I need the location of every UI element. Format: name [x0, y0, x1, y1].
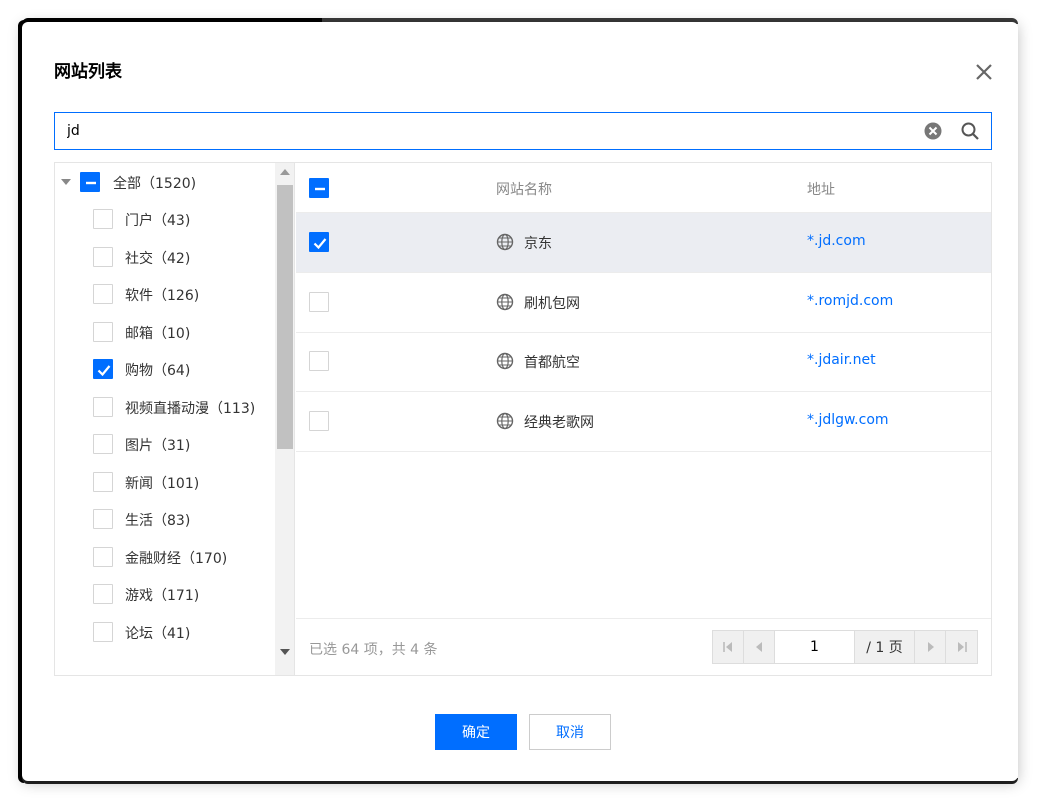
search-box	[54, 112, 992, 150]
tree-item-label: 新闻（101)	[125, 475, 200, 492]
table-row[interactable]: 刷机包网 *.romjd.com	[296, 273, 991, 333]
close-icon[interactable]	[972, 60, 996, 84]
search-icon[interactable]	[960, 121, 980, 141]
tree-item-label: 购物（64)	[125, 363, 191, 379]
row-checkbox[interactable]	[309, 291, 329, 312]
table-row[interactable]: 京东 *.jd.com	[296, 213, 991, 273]
tree-root-label: 全部（1520)	[113, 176, 197, 192]
site-address: *.jdlgw.com	[807, 411, 889, 428]
page-total: / 1 页	[855, 631, 915, 663]
clear-icon[interactable]	[923, 121, 943, 141]
scroll-up-icon[interactable]	[280, 169, 290, 175]
tree-item-label: 软件（126)	[125, 288, 200, 304]
tree-item-checkbox[interactable]	[93, 584, 113, 604]
site-address: *.jd.com	[807, 233, 866, 249]
website-list-dialog: 网站列表 全部（1520) 门户（43) 社交（42) 软件（126) 邮箱（10) 购…	[22, 22, 1018, 781]
row-checkbox[interactable]	[309, 410, 329, 431]
tree-item[interactable]: 购物（64)	[55, 352, 275, 388]
site-address: *.jdair.net	[807, 352, 876, 368]
tree-item[interactable]: 游戏（171)	[55, 577, 275, 613]
column-header-name: 网站名称	[496, 182, 552, 198]
tree-root-checkbox[interactable]	[80, 172, 100, 192]
tree-item[interactable]: 社交（42)	[55, 240, 275, 276]
tree-item[interactable]: 软件（126)	[55, 277, 275, 313]
tree-item[interactable]: 图片（31)	[55, 427, 275, 463]
globe-icon	[496, 233, 514, 251]
tree-item-label: 社交（42)	[125, 250, 191, 267]
tree-item[interactable]: 视频直播动漫（113)	[55, 390, 275, 426]
confirm-button[interactable]: 确定	[435, 714, 517, 750]
tree-item-checkbox[interactable]	[93, 284, 113, 304]
site-name: 首都航空	[524, 355, 580, 371]
row-checkbox[interactable]	[309, 232, 329, 252]
website-table: 网站名称 地址 京东 *.jd.com 刷机包网 *.romjd.com 首都航空 *.j…	[296, 163, 991, 675]
site-address: *.romjd.com	[807, 292, 894, 309]
caret-down-icon[interactable]	[61, 179, 71, 185]
tree-item-label: 游戏（171)	[125, 588, 200, 604]
row-checkbox[interactable]	[309, 351, 329, 371]
globe-icon	[496, 352, 514, 370]
tree-item-label: 邮箱（10)	[125, 325, 191, 342]
site-name: 经典老歌网	[524, 414, 594, 431]
globe-icon	[496, 293, 514, 311]
tree-item-checkbox[interactable]	[93, 209, 113, 229]
cancel-button[interactable]: 取消	[529, 714, 611, 750]
tree-root[interactable]: 全部（1520)	[55, 164, 275, 200]
tree-scrollbar[interactable]	[275, 163, 295, 675]
tree-item-checkbox[interactable]	[93, 321, 113, 342]
search-input[interactable]	[55, 113, 915, 149]
globe-icon	[496, 412, 514, 430]
next-page-icon[interactable]	[915, 631, 946, 663]
tree-item-checkbox[interactable]	[93, 434, 113, 454]
tree-item-checkbox[interactable]	[93, 471, 113, 492]
selection-summary: 已选 64 项，共 4 条	[309, 642, 438, 658]
prev-page-icon[interactable]	[744, 631, 775, 663]
last-page-icon[interactable]	[946, 631, 977, 663]
scroll-down-icon[interactable]	[280, 649, 290, 655]
tree-item-checkbox[interactable]	[93, 246, 113, 267]
column-header-address: 地址	[807, 182, 835, 198]
tree-item-label: 视频直播动漫（113)	[125, 400, 256, 417]
table-row[interactable]: 首都航空 *.jdair.net	[296, 332, 991, 392]
tree-item-checkbox[interactable]	[93, 546, 113, 567]
tree-item-label: 生活（83)	[125, 513, 191, 529]
pagination: / 1 页	[712, 630, 978, 664]
scroll-thumb[interactable]	[277, 185, 293, 449]
tree-item-label: 金融财经（170)	[125, 550, 228, 567]
site-name: 刷机包网	[524, 295, 580, 312]
tree-item[interactable]: 生活（83)	[55, 502, 275, 538]
tree-item-label: 图片（31)	[125, 438, 191, 454]
page-input[interactable]	[775, 631, 855, 663]
table-row[interactable]: 经典老歌网 *.jdlgw.com	[296, 392, 991, 452]
tree-item-label: 门户（43)	[125, 213, 191, 229]
tree-item-checkbox[interactable]	[93, 396, 113, 417]
tree-item[interactable]: 门户（43)	[55, 202, 275, 238]
tree-item-checkbox[interactable]	[93, 359, 113, 379]
table-header: 网站名称 地址	[296, 163, 991, 213]
tree-item[interactable]: 新闻（101)	[55, 465, 275, 501]
table-footer: 已选 64 项，共 4 条 / 1 页	[296, 618, 991, 675]
tree-item-checkbox[interactable]	[93, 509, 113, 529]
tree-item[interactable]: 金融财经（170)	[55, 540, 275, 576]
site-name: 京东	[524, 236, 552, 252]
dialog-title: 网站列表	[54, 62, 122, 82]
tree-item-checkbox[interactable]	[93, 621, 113, 642]
tree-item[interactable]: 邮箱（10)	[55, 315, 275, 351]
first-page-icon[interactable]	[713, 631, 744, 663]
tree-item[interactable]: 论坛（41)	[55, 615, 275, 651]
category-tree: 全部（1520) 门户（43) 社交（42) 软件（126) 邮箱（10) 购物（64)…	[55, 163, 295, 675]
selection-panel: 全部（1520) 门户（43) 社交（42) 软件（126) 邮箱（10) 购物（64)…	[54, 162, 992, 676]
select-all-checkbox[interactable]	[309, 178, 329, 198]
tree-item-label: 论坛（41)	[125, 625, 191, 642]
